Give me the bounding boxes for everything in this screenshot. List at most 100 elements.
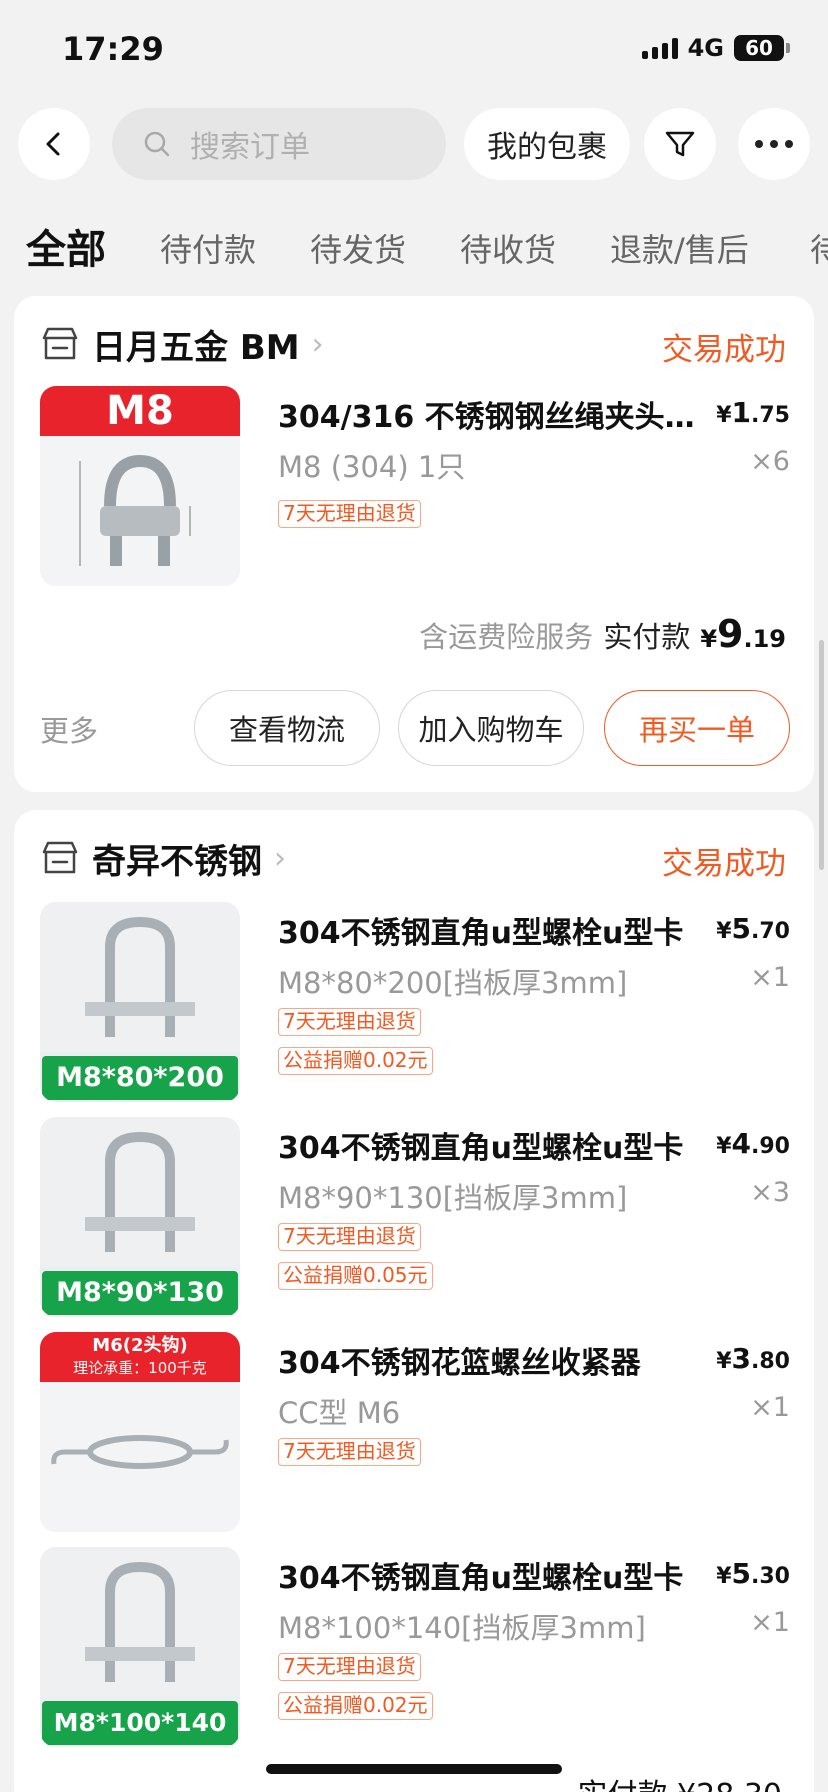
- paid-amount-peek: 实付款 ¥28.30: [577, 1770, 782, 1792]
- tab-pending-payment[interactable]: 待付款: [160, 220, 256, 280]
- my-packages-button[interactable]: 我的包裹: [464, 108, 630, 180]
- battery-tip: [786, 43, 790, 53]
- thumb-label: M8*80*200: [42, 1056, 238, 1100]
- paid-currency: ¥: [700, 625, 718, 653]
- network-type: 4G: [687, 34, 724, 62]
- more-link[interactable]: 更多: [40, 708, 98, 750]
- payment-summary: 含运费险服务 实付款 ¥9.19: [419, 612, 786, 656]
- product-thumbnail: M6(2头钩) 理论承重：100千克: [40, 1332, 240, 1532]
- price-currency: ¥: [716, 1349, 732, 1374]
- more-dots-icon: [755, 140, 793, 148]
- tab-refund-aftersale[interactable]: 退款/售后: [610, 220, 749, 280]
- price-integer: 5: [731, 1557, 752, 1590]
- battery-icon: 60: [734, 35, 784, 61]
- store-icon: [42, 841, 78, 874]
- product-spec: M8*100*140[挡板厚3mm]: [278, 1611, 646, 1645]
- product-title: 304不锈钢直角u型螺栓u型卡: [278, 916, 684, 951]
- view-logistics-button[interactable]: 查看物流: [194, 690, 380, 766]
- paid-label: 实付款: [603, 620, 691, 654]
- return-policy-tag: 7天无理由退货: [278, 1653, 421, 1681]
- price-currency: ¥: [716, 403, 732, 428]
- shop-name: 日月五金 BM: [92, 327, 300, 368]
- filter-button[interactable]: [644, 108, 716, 180]
- product-thumbnail: M8*80*200: [40, 902, 240, 1102]
- tab-pending-shipment[interactable]: 待发货: [310, 220, 406, 280]
- home-indicator: [266, 1764, 562, 1774]
- price-integer: 1: [731, 396, 752, 429]
- price-decimal: .75: [751, 403, 790, 428]
- tab-more-partial[interactable]: 待: [810, 220, 828, 280]
- product-thumbnail: M8*100*140: [40, 1547, 240, 1747]
- search-input[interactable]: 搜索订单: [112, 108, 446, 180]
- order-status: 交易成功: [662, 846, 786, 882]
- price-currency: ¥: [716, 1564, 732, 1589]
- u-bolt-image: [40, 1547, 240, 1697]
- charity-donation-tag: 公益捐赠0.05元: [278, 1262, 433, 1290]
- price-decimal: .90: [751, 1134, 790, 1159]
- thumb-header: M6(2头钩) 理论承重：100千克: [40, 1332, 240, 1382]
- product-item[interactable]: M8 304/316 不锈钢钢丝绳夹头卡扣 M8 (304) 1只 ¥1.75 …: [40, 386, 790, 586]
- product-quantity: ×1: [750, 1607, 790, 1638]
- product-price: ¥4.90: [716, 1127, 790, 1160]
- order-tabs: 全部 待付款 待发货 待收货 退款/售后 待: [0, 220, 828, 280]
- turnbuckle-image: [40, 1382, 240, 1532]
- product-quantity: ×6: [750, 446, 790, 477]
- paid-integer: 9: [717, 612, 744, 656]
- thumb-label: M8*90*130: [42, 1271, 238, 1315]
- product-item[interactable]: M6(2头钩) 理论承重：100千克 304不锈钢花篮螺丝收紧器 CC型 M6 …: [40, 1332, 790, 1532]
- product-spec: M8*80*200[挡板厚3mm]: [278, 966, 628, 1000]
- product-title: 304不锈钢直角u型螺栓u型卡: [278, 1561, 684, 1596]
- price-decimal: .30: [751, 1564, 790, 1589]
- paid-amount: ¥9.19: [700, 612, 786, 656]
- chevron-right-icon: ›: [274, 840, 286, 876]
- status-time: 17:29: [62, 30, 164, 68]
- order-card[interactable]: 奇异不锈钢 › 交易成功 M8*80*200 304不锈钢直角u型螺栓u型卡 M…: [14, 810, 814, 1792]
- paid-decimal: .19: [743, 625, 786, 653]
- order-card[interactable]: 日月五金 BM › 交易成功 M8 304/316 不锈钢钢丝绳夹头卡扣 M8 …: [14, 296, 814, 792]
- product-item[interactable]: M8*90*130 304不锈钢直角u型螺栓u型卡 M8*90*130[挡板厚3…: [40, 1117, 790, 1317]
- return-policy-tag: 7天无理由退货: [278, 1438, 421, 1466]
- charity-donation-tag: 公益捐赠0.02元: [278, 1047, 433, 1075]
- product-item[interactable]: M8*80*200 304不锈钢直角u型螺栓u型卡 M8*80*200[挡板厚3…: [40, 902, 790, 1102]
- product-spec: CC型 M6: [278, 1396, 401, 1430]
- chevron-left-icon: [46, 132, 60, 156]
- u-bolt-image: [40, 1117, 240, 1267]
- tab-all[interactable]: 全部: [26, 220, 106, 280]
- order-actions: 更多 查看物流 加入购物车 再买一单: [14, 690, 814, 766]
- buy-again-button[interactable]: 再买一单: [604, 690, 790, 766]
- price-decimal: .70: [751, 919, 790, 944]
- thumb-sublabel: 理论承重：100千克: [73, 1359, 207, 1377]
- price-decimal: .80: [751, 1349, 790, 1374]
- shop-header[interactable]: 奇异不锈钢 ›: [40, 828, 286, 888]
- more-options-button[interactable]: [738, 108, 810, 180]
- u-bolt-image: [40, 902, 240, 1052]
- thumb-label: M6(2头钩): [92, 1335, 188, 1356]
- top-toolbar: 搜索订单 我的包裹: [18, 108, 810, 180]
- product-quantity: ×1: [750, 962, 790, 993]
- return-policy-tag: 7天无理由退货: [278, 1223, 421, 1251]
- product-quantity: ×1: [750, 1392, 790, 1423]
- status-bar: 17:29 4G 60: [0, 0, 828, 100]
- order-status: 交易成功: [662, 332, 786, 368]
- product-thumbnail: M8: [40, 386, 240, 586]
- filter-icon: [665, 131, 695, 157]
- product-thumbnail: M8*90*130: [40, 1117, 240, 1317]
- product-item[interactable]: M8*100*140 304不锈钢直角u型螺栓u型卡 M8*100*140[挡板…: [40, 1547, 790, 1747]
- return-policy-tag: 7天无理由退货: [278, 500, 421, 528]
- price-currency: ¥: [716, 1134, 732, 1159]
- product-title: 304不锈钢花篮螺丝收紧器: [278, 1346, 641, 1381]
- price-integer: 3: [731, 1342, 752, 1375]
- product-price: ¥3.80: [716, 1342, 790, 1375]
- shop-header[interactable]: 日月五金 BM ›: [40, 314, 324, 374]
- scrollbar[interactable]: [819, 640, 824, 870]
- thumb-label: M8*100*140: [42, 1701, 238, 1745]
- price-integer: 4: [731, 1127, 752, 1160]
- add-to-cart-button[interactable]: 加入购物车: [398, 690, 584, 766]
- charity-donation-tag: 公益捐赠0.02元: [278, 1692, 433, 1720]
- product-quantity: ×3: [750, 1177, 790, 1208]
- price-integer: 5: [731, 912, 752, 945]
- status-indicators: 4G 60: [641, 34, 790, 62]
- tab-pending-receipt[interactable]: 待收货: [460, 220, 556, 280]
- shipping-insurance-note: 含运费险服务: [419, 620, 594, 654]
- back-button[interactable]: [18, 108, 90, 180]
